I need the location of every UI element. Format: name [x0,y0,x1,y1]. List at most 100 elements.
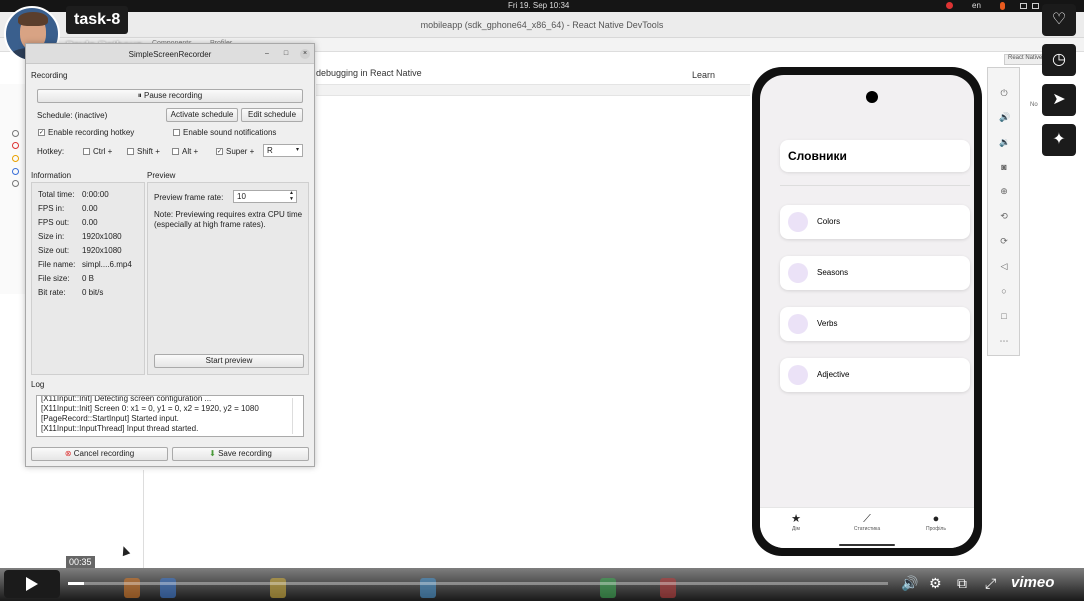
microphone-icon [1000,2,1005,10]
info-key: Size in: [38,232,65,241]
spin-arrows-icon[interactable]: ▲ ▼ [289,190,294,202]
info-value: 1920x1080 [82,246,122,255]
pause-recording-button[interactable]: ⏸ Pause recording [37,89,303,103]
information-group: Total time: 0:00:00 FPS in: 0.00 FPS out… [31,182,145,375]
error-icon[interactable] [12,142,19,149]
info-value: 0 B [82,274,95,283]
activate-schedule-button[interactable]: Activate schedule [166,108,238,122]
alt-checkbox[interactable] [172,148,179,155]
mouse-cursor [119,544,131,557]
item-avatar [788,365,808,385]
vimeo-logo[interactable]: vimeo [1011,574,1054,591]
picture-in-picture-icon[interactable]: ⧉ [957,575,967,592]
hotkey-label: Hotkey: [37,147,65,156]
log-scrollbar[interactable] [292,398,300,434]
share-send-icon[interactable]: ➤ [1042,84,1076,116]
chart-icon: ⟋ [863,513,871,525]
sound-checkbox[interactable] [173,129,180,136]
log-line: [X11Input::InputThread] Input thread sta… [41,424,199,433]
emulator-phone: Словники Colors Seasons Verbs Adjective … [752,67,982,556]
more-icon[interactable]: ⋯ [999,336,1009,346]
system-clock[interactable]: Fri 19. Sep 10:34 [508,1,569,10]
super-checkbox[interactable]: ✓ [216,148,223,155]
front-camera [866,91,878,103]
log-output[interactable]: [X11Input::Init] Detecting screen config… [36,395,304,437]
like-heart-icon[interactable]: ♡ [1042,4,1076,36]
phone-screen[interactable]: Словники Colors Seasons Verbs Adjective … [760,75,974,548]
dock-app-icon [420,578,436,598]
video-title[interactable]: task-8 [66,6,129,34]
keyboard-language[interactable]: en [972,1,981,10]
tab-profile[interactable]: ● Профіль [911,512,961,532]
zoom-icon[interactable]: ⊕ [999,186,1009,196]
time-tooltip: 00:35 [66,556,95,568]
settings-gear-icon[interactable]: ⚙ [929,575,942,592]
progress-bar[interactable] [68,582,888,585]
sparkle-icon[interactable]: ✦ [1042,124,1076,156]
shift-label: Shift + [137,147,160,156]
list-item[interactable]: Colors [780,205,970,239]
close-icon[interactable]: × [300,49,310,59]
play-icon [26,577,38,591]
hotkey-checkbox[interactable]: ✓ [38,129,45,136]
network-icon [1032,3,1039,9]
edit-schedule-button[interactable]: Edit schedule [241,108,303,122]
volume-down-icon[interactable]: 🔉 [999,137,1010,147]
devtools-window-title: mobileapp (sdk_gphone64_x86_64) - React … [420,20,664,30]
cancel-recording-button[interactable]: ⊗ Cancel recording [31,447,168,461]
warning-icon[interactable] [12,155,19,162]
save-recording-button[interactable]: ⬇ Save recording [172,447,309,461]
ssr-title-bar[interactable]: SimpleScreenRecorder – □ × [26,44,314,64]
camera-icon[interactable]: ◙ [999,162,1009,172]
debug-icon[interactable] [12,180,19,187]
list-item-label: Verbs [817,319,838,328]
item-avatar [788,263,808,283]
tab-stats[interactable]: ⟋ Статистика [842,512,892,532]
home-icon[interactable]: ○ [999,286,1009,296]
shift-checkbox[interactable] [127,148,134,155]
sound-checkbox-label: Enable sound notifications [183,128,277,137]
info-key: FPS in: [38,204,65,213]
preview-group: Preview frame rate: 10 ▲ ▼ Note: Previewi… [147,182,309,375]
volume-icon[interactable]: 🔊 [901,575,918,592]
welcome-text: debugging in React Native [316,68,422,78]
panel-divider [143,470,144,568]
info-icon[interactable] [12,130,19,137]
watch-later-clock-icon[interactable]: ◷ [1042,44,1076,76]
info-circle-icon[interactable] [12,168,19,175]
maximize-icon[interactable]: □ [281,49,291,59]
dock-app-icon [160,578,176,598]
alt-label: Alt + [182,147,199,156]
simple-screen-recorder-window: SimpleScreenRecorder – □ × Recording ⏸ P… [25,43,315,467]
info-key: Size out: [38,246,70,255]
list-item[interactable]: Adjective [780,358,970,392]
list-item[interactable]: Verbs [780,307,970,341]
list-item[interactable]: Seasons [780,256,970,290]
play-button[interactable] [4,570,60,598]
back-icon[interactable]: ◁ [999,261,1009,271]
star-icon: ★ [791,513,801,525]
power-icon[interactable]: ⏻ [999,88,1009,98]
tab-home[interactable]: ★ Дім [771,512,821,532]
key-select[interactable]: R ▾ [263,144,303,157]
system-top-bar: Fri 19. Sep 10:34 en [0,0,1084,12]
devtools-divider-band [316,84,750,96]
info-value: 0.00 [82,218,98,227]
preview-rate-spinbox[interactable]: 10 ▲ ▼ [233,190,297,203]
volume-up-icon[interactable]: 🔊 [999,112,1010,122]
person-icon: ● [932,513,940,525]
info-value: 0:00:00 [82,190,109,199]
fullscreen-icon[interactable]: ⤢ [985,575,996,592]
rotate-left-icon[interactable]: ⟲ [999,211,1009,221]
preview-section-label: Preview [147,171,176,180]
overview-icon[interactable]: □ [999,311,1009,321]
start-preview-button[interactable]: Start preview [154,354,304,368]
ctrl-checkbox[interactable] [83,148,90,155]
list-item-label: Colors [817,217,841,226]
learn-link[interactable]: Learn [692,70,715,80]
minimize-icon[interactable]: – [262,49,272,59]
header-divider [780,185,970,186]
rotate-right-icon[interactable]: ⟳ [999,236,1009,246]
recording-indicator-icon [946,2,953,9]
cancel-recording-label: Cancel recording [73,449,135,458]
